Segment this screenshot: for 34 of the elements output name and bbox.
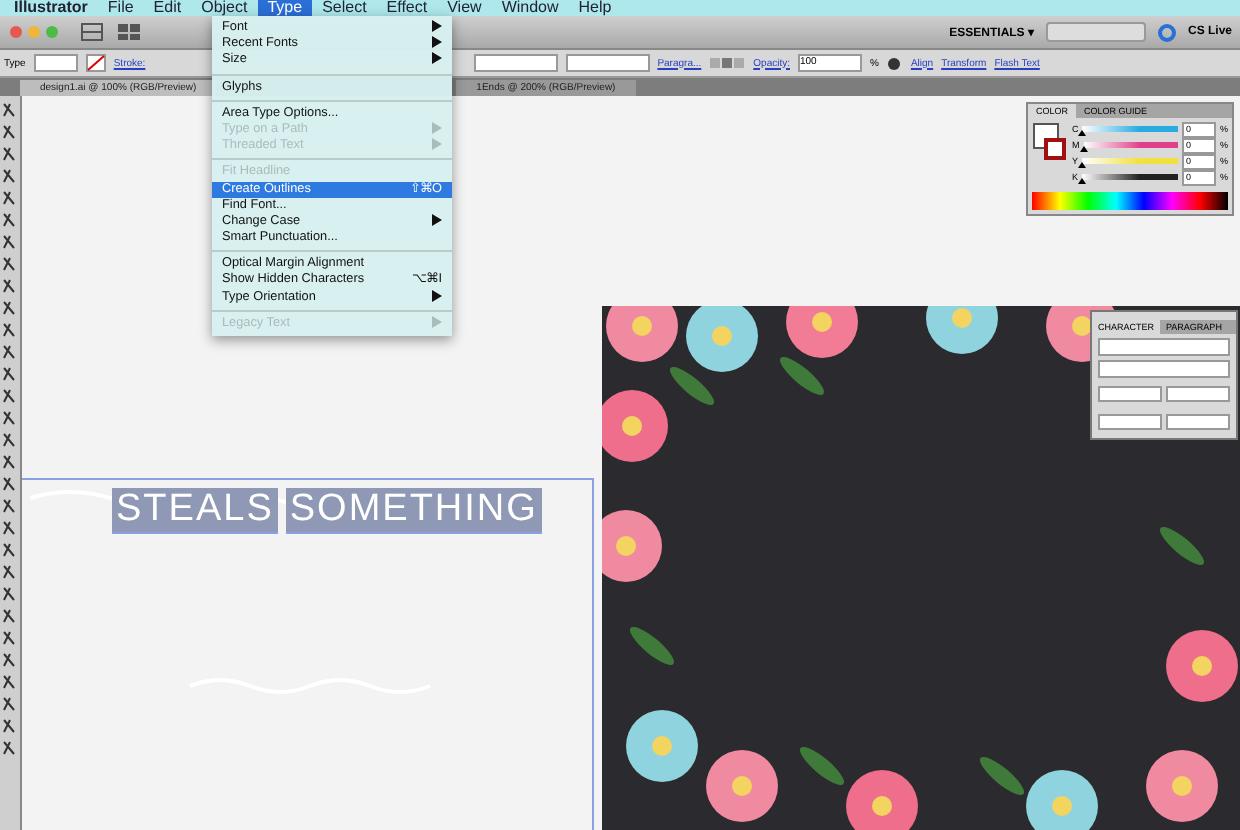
menu-item[interactable]: Select <box>312 0 377 16</box>
leading-field[interactable] <box>1166 386 1230 402</box>
leading-field[interactable] <box>1166 414 1230 430</box>
menu-item[interactable]: Type <box>257 0 313 16</box>
slider-thumb[interactable] <box>1078 130 1087 136</box>
fill-stroke-icon[interactable] <box>1032 122 1068 162</box>
color-slider[interactable] <box>1082 174 1178 180</box>
font-style-field[interactable] <box>1098 360 1230 378</box>
menu-item[interactable]: Illustrator <box>4 0 98 16</box>
menu-item[interactable]: Edit <box>143 0 192 16</box>
color-spectrum[interactable] <box>1032 192 1228 210</box>
menu-item[interactable]: Object <box>191 0 258 16</box>
font-family-field[interactable] <box>1098 338 1230 356</box>
font-field[interactable] <box>473 54 558 72</box>
stroke-swatch-icon[interactable] <box>85 54 106 72</box>
menu-item[interactable]: Effect <box>376 0 438 16</box>
slider-thumb[interactable] <box>1079 146 1088 152</box>
size-field[interactable] <box>1098 386 1162 402</box>
cs-live-icon <box>1157 23 1176 41</box>
color-slider[interactable] <box>1082 158 1178 164</box>
color-slider[interactable] <box>1083 142 1178 148</box>
font-size-field[interactable] <box>565 54 650 72</box>
menu-item[interactable]: File <box>97 0 144 16</box>
slider-thumb[interactable] <box>1078 162 1087 168</box>
search-field[interactable] <box>1045 22 1146 42</box>
color-slider[interactable] <box>1082 126 1178 132</box>
menu-item[interactable]: Help <box>568 0 622 16</box>
menu-item[interactable]: Window <box>491 0 569 16</box>
align-buttons-icon[interactable] <box>709 56 746 70</box>
fill-swatch[interactable] <box>33 54 78 72</box>
slider-thumb[interactable] <box>1078 178 1087 184</box>
headline-text: SOMETHING <box>285 488 542 534</box>
menu-item[interactable]: View <box>437 0 492 16</box>
size-field[interactable] <box>1098 414 1162 430</box>
